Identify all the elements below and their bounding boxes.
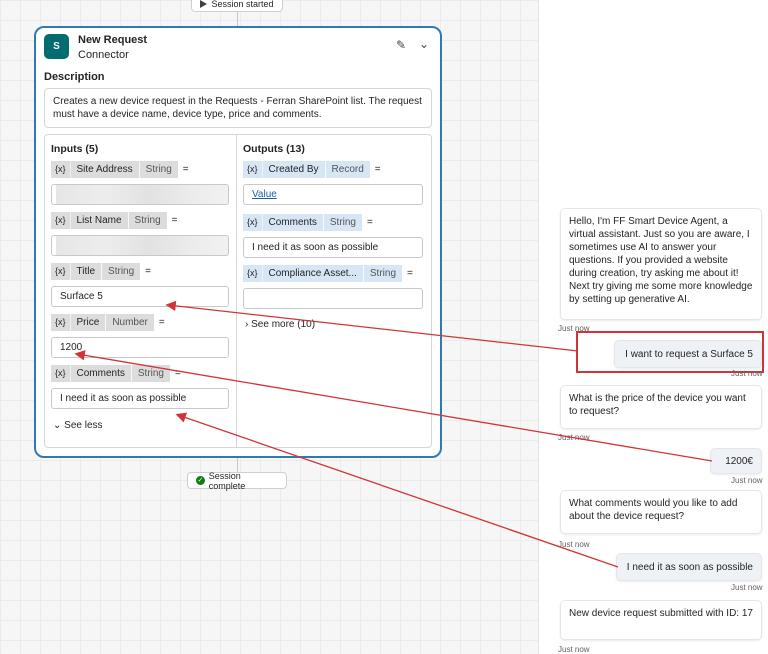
variable-icon: {x} [51, 212, 70, 229]
variable-icon: {x} [243, 265, 262, 282]
inputs-outputs-panel: Inputs (5) Outputs (13) {x} Site Address… [44, 134, 432, 448]
session-complete-label: Session complete [208, 470, 246, 491]
play-icon [200, 0, 208, 8]
chat-message-bot: What is the price of the device you want… [560, 385, 762, 429]
chat-message-bot: New device request submitted with ID: 17 [560, 600, 762, 640]
node-subtitle: Connector [78, 49, 129, 61]
chat-message-bot: Hello, I'm FF Smart Device Agent, a virt… [560, 208, 762, 320]
highlight-box [576, 331, 764, 373]
panel-divider [236, 135, 237, 447]
chevron-right-icon: › [245, 319, 249, 330]
message-timestamp: Just now [731, 369, 763, 378]
variable-icon: {x} [243, 161, 262, 178]
pencil-icon[interactable]: ✎ [396, 38, 406, 52]
output-chip-compliance-asset: {x} Compliance Asset... String = [243, 265, 413, 282]
input-chip-comments: {x} Comments String = [51, 365, 181, 382]
message-timestamp: Just now [558, 433, 590, 442]
connector-node-card[interactable]: S New Request Connector ✎ ⌄ Description … [34, 26, 442, 458]
inputs-header: Inputs (5) [51, 143, 99, 155]
output-chip-comments: {x} Comments String = [243, 214, 373, 231]
message-timestamp: Just now [731, 583, 763, 592]
input-chip-site-address: {x} Site Address String = [51, 161, 189, 178]
input-chip-price: {x} Price Number = [51, 314, 165, 331]
node-title: New Request [78, 34, 148, 46]
comments-field[interactable]: I need it as soon as possible [51, 388, 229, 409]
list-name-field[interactable] [51, 235, 229, 256]
message-timestamp: Just now [731, 476, 763, 485]
input-chip-title: {x} Title String = [51, 263, 151, 280]
sharepoint-logo-icon: S [44, 34, 69, 59]
session-started-badge: Session started [191, 0, 283, 12]
check-circle-icon: ✓ [196, 476, 205, 485]
variable-icon: {x} [51, 161, 70, 178]
chat-message-user: 1200€ [710, 448, 762, 474]
created-by-value-link[interactable]: Value [252, 189, 277, 200]
session-complete-badge: ✓ Session complete [187, 470, 287, 491]
site-address-field[interactable] [51, 184, 229, 205]
message-timestamp: Just now [558, 645, 590, 654]
see-more-toggle[interactable]: › See more (10) [245, 319, 315, 330]
see-less-toggle[interactable]: ⌄ See less [53, 420, 103, 431]
variable-icon: {x} [243, 214, 262, 231]
description-label: Description [44, 71, 105, 83]
chat-message-user: I need it as soon as possible [616, 553, 762, 581]
variable-icon: {x} [51, 314, 70, 331]
input-chip-list-name: {x} List Name String = [51, 212, 178, 229]
variable-icon: {x} [51, 263, 70, 280]
outputs-header: Outputs (13) [243, 143, 305, 155]
see-more-label: See more (10) [251, 319, 316, 330]
see-less-label: See less [64, 420, 103, 431]
chevron-down-icon: ⌄ [53, 420, 62, 431]
compliance-asset-field[interactable] [243, 288, 423, 309]
session-started-label: Session started [211, 0, 274, 9]
output-comments-field[interactable]: I need it as soon as possible [243, 237, 423, 258]
created-by-field[interactable]: Value [243, 184, 423, 205]
output-chip-created-by: {x} Created By Record = [243, 161, 381, 178]
price-field[interactable]: 1200 [51, 337, 229, 358]
chevron-down-icon[interactable]: ⌄ [419, 37, 429, 51]
description-text: Creates a new device request in the Requ… [44, 88, 432, 128]
title-field[interactable]: Surface 5 [51, 286, 229, 307]
variable-icon: {x} [51, 365, 70, 382]
chat-message-bot: What comments would you like to add abou… [560, 490, 762, 534]
message-timestamp: Just now [558, 540, 590, 549]
